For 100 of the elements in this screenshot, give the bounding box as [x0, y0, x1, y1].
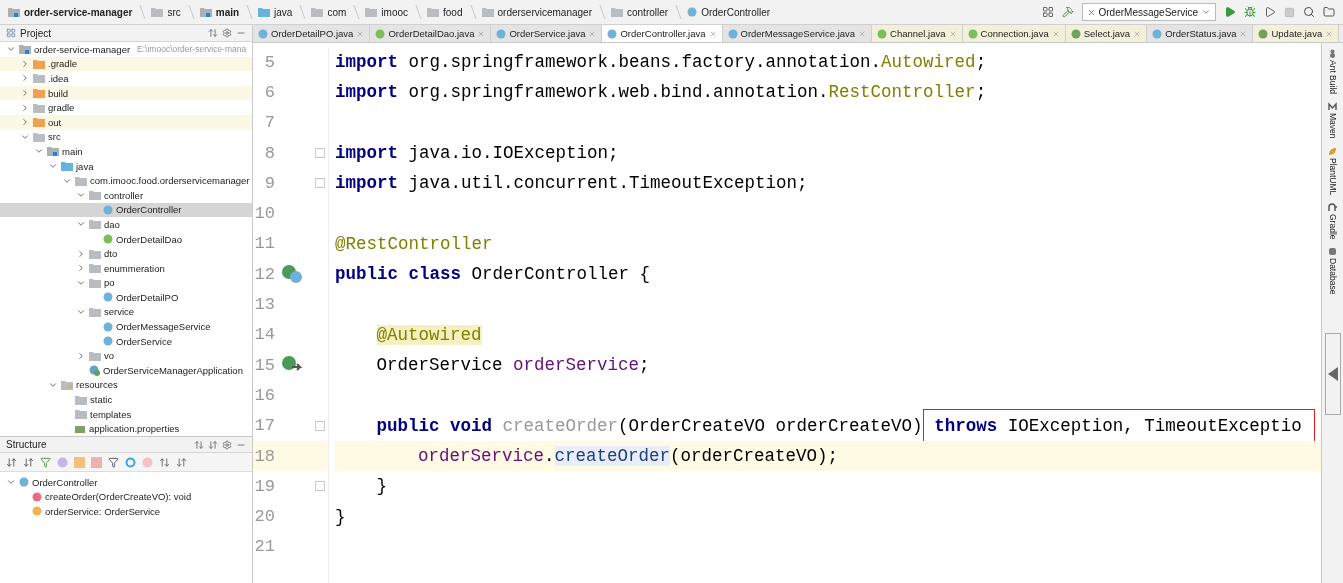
chevron-right-icon[interactable] — [20, 73, 30, 84]
tree-item[interactable]: gradle — [0, 100, 252, 115]
fold-marker-icon[interactable] — [315, 481, 325, 492]
tree-item[interactable]: build — [0, 85, 252, 101]
tree-item[interactable]: src — [0, 129, 252, 145]
editor-tab[interactable]: OrderDetailPO.java — [253, 25, 371, 42]
tree-item[interactable]: OrderDetailPO — [0, 290, 252, 305]
tree-item[interactable]: dao — [0, 217, 252, 232]
sort-icon[interactable] — [6, 456, 17, 468]
tree-item[interactable]: OrderService — [0, 333, 252, 349]
tree-item[interactable]: out — [0, 114, 252, 130]
tree-item[interactable]: OrderMessageService — [0, 319, 252, 334]
chevron-right-icon[interactable] — [76, 248, 86, 259]
editor-tab[interactable]: Select.java — [1065, 25, 1148, 42]
chevron-right-icon[interactable] — [20, 58, 30, 69]
expand-icon[interactable] — [194, 439, 204, 450]
run-config-dropdown[interactable]: OrderMessageService — [1081, 3, 1216, 21]
tree-item[interactable]: templates — [0, 406, 252, 422]
filter-icon[interactable] — [108, 456, 119, 468]
chevron-down-icon[interactable] — [76, 307, 86, 317]
editor-tab[interactable]: OrderDetailDao.java — [370, 25, 492, 42]
editor-tab[interactable]: OrderStatus.java — [1147, 25, 1254, 42]
tool-window-button[interactable]: Maven — [1327, 102, 1338, 139]
breadcrumb-item[interactable]: src — [167, 6, 181, 18]
tool-window-button[interactable]: Gradle — [1327, 202, 1338, 240]
close-icon[interactable] — [356, 29, 365, 38]
tree-item[interactable]: com.imooc.food.orderservicemanager — [0, 173, 252, 188]
debug-icon[interactable] — [1244, 6, 1256, 18]
close-icon[interactable] — [477, 29, 486, 38]
chevron-right-icon[interactable] — [20, 102, 30, 113]
collapse-handle[interactable] — [1324, 332, 1341, 415]
tree-item[interactable]: resources — [0, 377, 252, 393]
layout-icon[interactable] — [1041, 6, 1054, 18]
chevron-right-icon[interactable] — [20, 88, 30, 99]
breadcrumb-item[interactable]: orderservicemanager — [497, 6, 592, 18]
breadcrumb-item[interactable]: com — [327, 6, 347, 18]
structure-item[interactable]: createOrder(OrderCreateVO): void — [45, 491, 192, 503]
breadcrumb-item[interactable]: java — [274, 6, 293, 18]
fold-marker-icon[interactable] — [315, 178, 325, 189]
tree-item[interactable]: static — [0, 392, 252, 407]
breadcrumb-item[interactable]: food — [443, 6, 463, 18]
collapse-icon[interactable] — [208, 439, 218, 450]
editor-tab[interactable]: OrderController.java — [602, 25, 723, 42]
editor-tab[interactable]: Connection.java — [962, 25, 1066, 42]
tree-item[interactable]: order-service-manager E:\imooc\order-service-mana — [0, 42, 252, 57]
tree-item[interactable]: OrderController — [0, 202, 252, 218]
collapse-icon[interactable] — [176, 456, 187, 468]
close-icon[interactable] — [1051, 29, 1060, 38]
run-icon[interactable] — [1224, 6, 1236, 18]
fold-marker-icon[interactable] — [315, 420, 325, 431]
tree-item[interactable]: main — [0, 144, 252, 159]
collapse-icon[interactable] — [208, 28, 218, 38]
sort-icon[interactable] — [23, 456, 34, 468]
editor-tab[interactable]: OrderService.java — [491, 25, 603, 42]
lock-icon[interactable] — [91, 456, 102, 468]
breadcrumb-item[interactable]: imooc — [381, 6, 409, 18]
tree-item[interactable]: .gradle — [0, 56, 252, 72]
close-icon[interactable] — [858, 29, 867, 38]
triangle-left-icon[interactable] — [1327, 366, 1338, 381]
tree-item[interactable]: service — [0, 304, 252, 320]
close-icon[interactable] — [588, 29, 597, 38]
tree-item[interactable]: java — [0, 158, 252, 174]
tree-item[interactable]: OrderServiceManagerApplication — [0, 363, 252, 378]
tree-item[interactable]: .idea — [0, 71, 252, 86]
close-icon[interactable] — [1239, 29, 1248, 38]
chevron-right-icon[interactable] — [20, 117, 30, 128]
editor-tab[interactable]: Update.java — [1253, 25, 1340, 42]
breadcrumb-item[interactable]: controller — [627, 6, 669, 18]
fold-marker-icon[interactable] — [315, 148, 325, 159]
breadcrumb-item[interactable]: main — [215, 6, 240, 18]
coverage-icon[interactable] — [1264, 6, 1276, 18]
tree-item[interactable]: dto — [0, 246, 252, 261]
settings-icon[interactable] — [222, 439, 232, 450]
tree-item[interactable]: enummeration — [0, 260, 252, 276]
close-icon[interactable] — [708, 29, 717, 38]
tool-window-button[interactable]: Ant Build — [1327, 49, 1338, 95]
chevron-right-icon[interactable] — [76, 350, 86, 361]
close-icon[interactable] — [1133, 29, 1142, 38]
stop-icon[interactable] — [1284, 6, 1295, 18]
structure-item[interactable]: OrderController — [32, 476, 98, 488]
expand-icon[interactable] — [159, 456, 170, 468]
field-icon[interactable] — [74, 456, 85, 468]
editor-tab[interactable]: Channel.java — [872, 25, 963, 42]
tree-item[interactable]: OrderDetailDao — [0, 231, 252, 247]
project-structure-icon[interactable] — [1323, 6, 1335, 18]
tree-item[interactable]: application.properties — [0, 421, 252, 436]
circle-icon[interactable] — [125, 456, 136, 468]
tree-item[interactable]: po — [0, 275, 252, 291]
tool-window-button[interactable]: PlantUML — [1327, 146, 1338, 195]
chevron-right-icon[interactable] — [76, 263, 86, 274]
editor-tab[interactable]: OrderMessageService.java — [722, 25, 873, 42]
tree-item[interactable]: vo — [0, 348, 252, 364]
structure-item[interactable]: orderService: OrderService — [45, 506, 161, 517]
tree-item[interactable]: controller — [0, 187, 252, 203]
tool-window-button[interactable]: Database — [1327, 247, 1338, 295]
settings-icon[interactable] — [222, 28, 232, 38]
close-icon[interactable] — [948, 29, 957, 38]
close-icon[interactable] — [1325, 29, 1334, 38]
bean-class-icon[interactable] — [281, 264, 303, 285]
search-icon[interactable] — [1303, 6, 1315, 18]
